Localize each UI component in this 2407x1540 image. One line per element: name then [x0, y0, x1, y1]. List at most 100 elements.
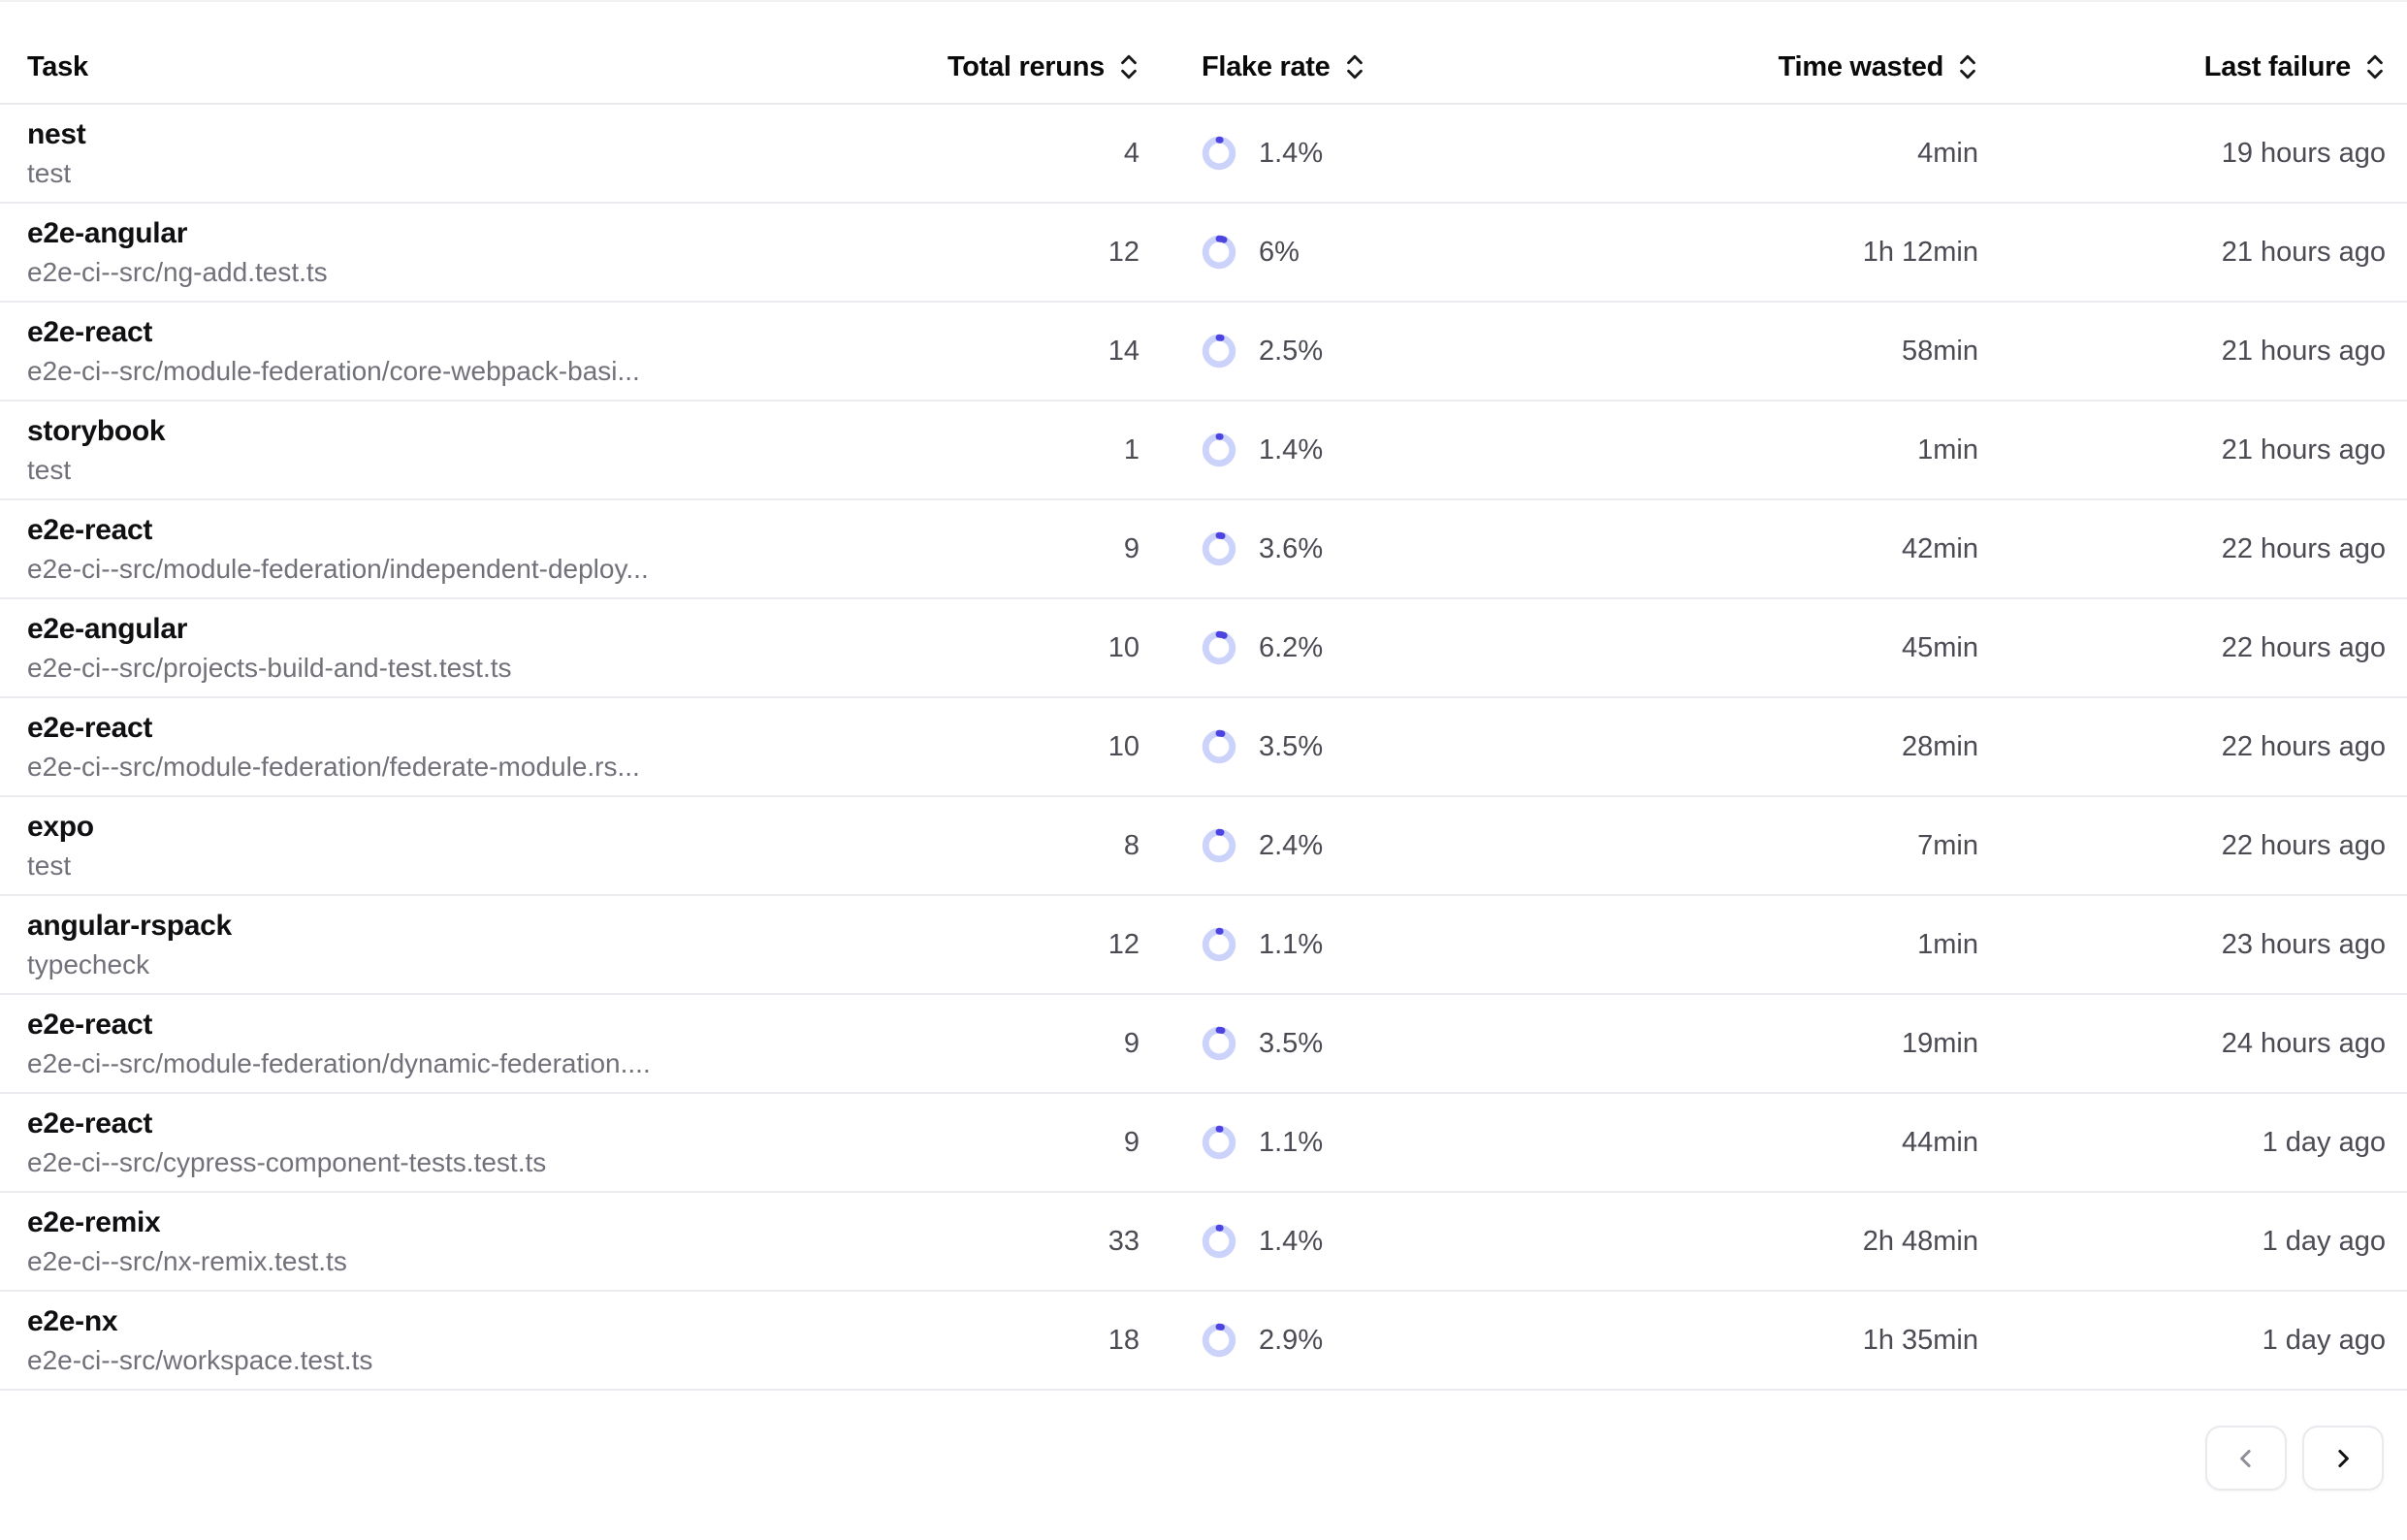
last-failure-value: 22 hours ago: [1978, 632, 2386, 664]
table-row[interactable]: e2e-react e2e-ci--src/module-federation/…: [0, 698, 2407, 797]
time-wasted-value: 44min: [1547, 1127, 1978, 1159]
table-body: nest test 4 1.4% 4min 19 hours ago e2e-a…: [0, 105, 2407, 1391]
flake-rate-donut-icon: [1202, 334, 1236, 369]
flake-rate-value: 1.1%: [1259, 1127, 1323, 1159]
column-label-flake-rate: Flake rate: [1202, 51, 1331, 83]
flake-rate-cell: 1.1%: [1139, 927, 1547, 962]
flake-rate-donut-icon: [1202, 235, 1236, 270]
flake-rate-value: 6%: [1259, 237, 1300, 269]
flake-rate-cell: 3.5%: [1139, 729, 1547, 764]
table-row[interactable]: angular-rspack typecheck 12 1.1% 1min 23…: [0, 896, 2407, 995]
last-failure-value: 21 hours ago: [1978, 237, 2386, 269]
total-reruns-value: 1: [902, 434, 1139, 466]
flake-rate-value: 6.2%: [1259, 632, 1323, 664]
task-target: test: [27, 154, 902, 192]
time-wasted-value: 19min: [1547, 1028, 1978, 1060]
flake-rate-cell: 1.4%: [1139, 433, 1547, 467]
task-name: storybook: [27, 412, 902, 451]
table-row[interactable]: e2e-react e2e-ci--src/module-federation/…: [0, 500, 2407, 599]
table-row[interactable]: nest test 4 1.4% 4min 19 hours ago: [0, 105, 2407, 204]
last-failure-value: 21 hours ago: [1978, 336, 2386, 368]
time-wasted-value: 7min: [1547, 830, 1978, 862]
table-row[interactable]: e2e-nx e2e-ci--src/workspace.test.ts 18 …: [0, 1292, 2407, 1391]
flake-rate-donut-icon: [1202, 729, 1236, 764]
last-failure-value: 21 hours ago: [1978, 434, 2386, 466]
total-reruns-value: 33: [902, 1226, 1139, 1258]
table-row[interactable]: e2e-remix e2e-ci--src/nx-remix.test.ts 3…: [0, 1193, 2407, 1292]
column-label-task: Task: [27, 51, 88, 83]
total-reruns-value: 4: [902, 138, 1139, 170]
task-cell: e2e-react e2e-ci--src/cypress-component-…: [27, 1105, 902, 1181]
flake-rate-cell: 1.4%: [1139, 136, 1547, 171]
flake-rate-donut-icon: [1202, 531, 1236, 566]
table-row[interactable]: e2e-react e2e-ci--src/module-federation/…: [0, 995, 2407, 1094]
table-row[interactable]: e2e-angular e2e-ci--src/projects-build-a…: [0, 599, 2407, 698]
task-name: e2e-react: [27, 1006, 902, 1044]
table-row[interactable]: expo test 8 2.4% 7min 22 hours ago: [0, 797, 2407, 896]
task-name: e2e-remix: [27, 1203, 902, 1242]
chevron-right-icon: [2328, 1444, 2358, 1473]
time-wasted-value: 1min: [1547, 929, 1978, 961]
flake-rate-value: 1.1%: [1259, 929, 1323, 961]
column-header-flake-rate[interactable]: Flake rate: [1139, 51, 1547, 83]
flake-rate-value: 1.4%: [1259, 1226, 1323, 1258]
task-cell: nest test: [27, 115, 902, 192]
time-wasted-value: 28min: [1547, 731, 1978, 763]
time-wasted-value: 42min: [1547, 533, 1978, 565]
flake-rate-cell: 3.5%: [1139, 1026, 1547, 1061]
task-cell: e2e-angular e2e-ci--src/ng-add.test.ts: [27, 214, 902, 291]
column-header-total-reruns[interactable]: Total reruns: [902, 51, 1139, 83]
task-cell: e2e-react e2e-ci--src/module-federation/…: [27, 313, 902, 390]
column-header-last-failure[interactable]: Last failure: [1978, 51, 2386, 83]
flake-rate-value: 1.4%: [1259, 434, 1323, 466]
flake-rate-cell: 1.1%: [1139, 1125, 1547, 1160]
task-cell: e2e-react e2e-ci--src/module-federation/…: [27, 1006, 902, 1082]
column-header-time-wasted[interactable]: Time wasted: [1547, 51, 1978, 83]
task-cell: e2e-remix e2e-ci--src/nx-remix.test.ts: [27, 1203, 902, 1280]
total-reruns-value: 9: [902, 1028, 1139, 1060]
column-label-total-reruns: Total reruns: [947, 51, 1105, 83]
last-failure-value: 22 hours ago: [1978, 731, 2386, 763]
time-wasted-value: 58min: [1547, 336, 1978, 368]
flake-rate-value: 3.5%: [1259, 1028, 1323, 1060]
task-cell: angular-rspack typecheck: [27, 907, 902, 983]
previous-page-button[interactable]: [2205, 1426, 2287, 1491]
total-reruns-value: 18: [902, 1325, 1139, 1357]
task-name: e2e-nx: [27, 1302, 902, 1341]
total-reruns-value: 10: [902, 632, 1139, 664]
last-failure-value: 1 day ago: [1978, 1127, 2386, 1159]
flake-rate-donut-icon: [1202, 1125, 1236, 1160]
flake-rate-donut-icon: [1202, 136, 1236, 171]
flake-rate-value: 3.5%: [1259, 731, 1323, 763]
task-name: e2e-angular: [27, 610, 902, 649]
time-wasted-value: 45min: [1547, 632, 1978, 664]
table-header-row: Task Total reruns Flake rate: [0, 2, 2407, 105]
task-target: e2e-ci--src/module-federation/dynamic-fe…: [27, 1044, 902, 1082]
total-reruns-value: 12: [902, 237, 1139, 269]
last-failure-value: 19 hours ago: [1978, 138, 2386, 170]
pagination: [0, 1391, 2407, 1491]
task-target: e2e-ci--src/module-federation/core-webpa…: [27, 352, 902, 390]
table-row[interactable]: e2e-react e2e-ci--src/cypress-component-…: [0, 1094, 2407, 1193]
task-target: e2e-ci--src/workspace.test.ts: [27, 1341, 902, 1379]
sort-icon: [1957, 52, 1978, 81]
flake-rate-value: 1.4%: [1259, 138, 1323, 170]
last-failure-value: 23 hours ago: [1978, 929, 2386, 961]
flake-rate-donut-icon: [1202, 1026, 1236, 1061]
task-name: angular-rspack: [27, 907, 902, 946]
flake-rate-value: 2.5%: [1259, 336, 1323, 368]
task-name: e2e-react: [27, 313, 902, 352]
next-page-button[interactable]: [2302, 1426, 2384, 1491]
last-failure-value: 22 hours ago: [1978, 830, 2386, 862]
task-name: nest: [27, 115, 902, 154]
column-label-time-wasted: Time wasted: [1779, 51, 1943, 83]
sort-icon: [1344, 52, 1365, 81]
flake-rate-donut-icon: [1202, 828, 1236, 863]
time-wasted-value: 1h 12min: [1547, 237, 1978, 269]
table-row[interactable]: storybook test 1 1.4% 1min 21 hours ago: [0, 401, 2407, 500]
task-cell: e2e-react e2e-ci--src/module-federation/…: [27, 511, 902, 588]
task-cell: storybook test: [27, 412, 902, 489]
table-row[interactable]: e2e-angular e2e-ci--src/ng-add.test.ts 1…: [0, 204, 2407, 303]
table-row[interactable]: e2e-react e2e-ci--src/module-federation/…: [0, 303, 2407, 401]
flake-rate-cell: 2.4%: [1139, 828, 1547, 863]
